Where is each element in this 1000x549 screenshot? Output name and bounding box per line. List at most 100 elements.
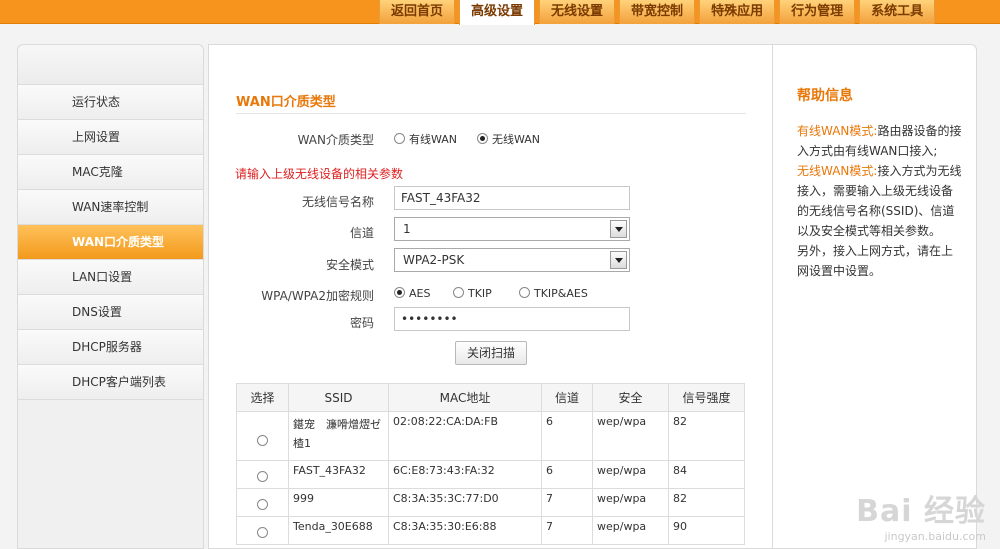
row-ssid: 999 <box>288 488 389 517</box>
tab-wireless-settings[interactable]: 无线设置 <box>539 0 616 24</box>
chevron-down-icon[interactable] <box>610 251 627 269</box>
col-signal: 信号强度 <box>668 383 745 412</box>
media-type-wired-option[interactable]: 有线WAN <box>394 131 457 147</box>
help-wireless-key: 无线WAN模式: <box>797 164 878 178</box>
sidebar-item-wan-rate[interactable]: WAN速率控制 <box>18 190 203 225</box>
row-security: wep/wpa <box>592 411 669 461</box>
row-select-cell[interactable] <box>236 460 289 489</box>
channel-select[interactable]: 1 <box>394 217 630 241</box>
media-type-label: WAN介质类型 <box>297 133 374 147</box>
row-security: wep/wpa <box>592 488 669 517</box>
watermark-url: jingyan.baidu.com <box>884 530 986 543</box>
ssid-label: 无线信号名称 <box>301 195 374 209</box>
table-header-row: 选择 SSID MAC地址 信道 安全 信号强度 <box>236 383 745 412</box>
row-select-radio[interactable] <box>257 435 268 446</box>
tab-home[interactable]: 返回首页 <box>379 0 456 24</box>
row-ssid: Tenda_30E688 <box>288 516 389 545</box>
row-mac: 6C:E8:73:43:FA:32 <box>388 460 542 489</box>
row-channel: 7 <box>541 488 593 517</box>
encryption-tkip-label: TKIP <box>468 287 492 300</box>
sidebar-item-dhcp-clients[interactable]: DHCP客户端列表 <box>18 365 203 400</box>
main-panel: WAN口介质类型 WAN介质类型 有线WAN 无线WAN 请输入上级无线设备的相… <box>208 44 773 549</box>
row-signal: 90 <box>668 516 745 545</box>
title-divider <box>236 113 746 114</box>
col-channel: 信道 <box>541 383 593 412</box>
row-select-cell[interactable] <box>236 516 289 545</box>
watermark-logo: Bai 经验 <box>856 494 986 529</box>
encryption-aes-label: AES <box>409 287 431 300</box>
col-ssid: SSID <box>288 383 389 412</box>
encryption-label: WPA/WPA2加密规则 <box>261 289 374 303</box>
security-label: 安全模式 <box>325 258 374 272</box>
col-mac: MAC地址 <box>388 383 542 412</box>
sidebar-item-dhcp-server[interactable]: DHCP服务器 <box>18 330 203 365</box>
close-scan-button[interactable]: 关闭扫描 <box>455 341 527 365</box>
row-select-radio[interactable] <box>257 470 268 482</box>
sidebar-item-wan-media-type[interactable]: WAN口介质类型 <box>18 225 203 260</box>
channel-value: 1 <box>403 222 411 236</box>
page-title: WAN口介质类型 <box>236 95 336 110</box>
sidebar-item-internet-settings[interactable]: 上网设置 <box>18 120 203 155</box>
tab-system-tools[interactable]: 系统工具 <box>859 0 936 24</box>
encryption-tkip-radio[interactable] <box>453 287 464 298</box>
table-row[interactable]: 鍖宠 濂嗗熷熤ゼ楂1 02:08:22:CA:DA:FB 6 wep/wpa 8… <box>236 411 745 461</box>
row-channel: 7 <box>541 516 593 545</box>
table-row[interactable]: 999 C8:3A:35:3C:77:D0 7 wep/wpa 82 <box>236 488 745 517</box>
help-body: 有线WAN模式:路由器设备的接入方式由有线WAN口接入; 无线WAN模式:接入方… <box>797 121 963 281</box>
encryption-tkip-aes-label: TKIP&AES <box>534 287 588 300</box>
sidebar-item-dns[interactable]: DNS设置 <box>18 295 203 330</box>
sidebar-item-lan-settings[interactable]: LAN口设置 <box>18 260 203 295</box>
row-channel: 6 <box>541 411 593 461</box>
watermark: Bai 经验 jingyan.baidu.com <box>856 486 986 543</box>
sidebar-item-mac-clone[interactable]: MAC克隆 <box>18 155 203 190</box>
encryption-tkip-aes-option[interactable]: TKIP&AES <box>519 287 588 300</box>
row-security: wep/wpa <box>592 516 669 545</box>
main-nav: 返回首页 高级设置 无线设置 带宽控制 特殊应用 行为管理 系统工具 <box>379 0 939 25</box>
channel-label: 信道 <box>349 226 374 240</box>
row-select-radio[interactable] <box>257 526 268 538</box>
media-type-wireless-option[interactable]: 无线WAN <box>477 131 540 147</box>
media-type-wired-radio[interactable] <box>394 133 405 144</box>
password-label: 密码 <box>349 316 374 330</box>
params-hint: 请输入上级无线设备的相关参数 <box>235 167 404 181</box>
row-channel: 6 <box>541 460 593 489</box>
media-type-wired-label: 有线WAN <box>409 133 458 146</box>
tab-special-apps[interactable]: 特殊应用 <box>699 0 776 24</box>
sidebar: 运行状态 上网设置 MAC克隆 WAN速率控制 WAN口介质类型 LAN口设置 … <box>17 44 204 549</box>
help-note-text: 另外，接入上网方式，请在上网设置中设置。 <box>797 244 954 278</box>
encryption-aes-radio[interactable] <box>394 287 405 298</box>
sidebar-item-status[interactable]: 运行状态 <box>18 85 203 120</box>
scan-results-table: 选择 SSID MAC地址 信道 安全 信号强度 鍖宠 濂嗗熷熤ゼ楂1 02:0… <box>236 383 745 545</box>
chevron-down-icon[interactable] <box>610 220 627 238</box>
table-row[interactable]: FAST_43FA32 6C:E8:73:43:FA:32 6 wep/wpa … <box>236 460 745 489</box>
row-select-cell[interactable] <box>236 488 289 517</box>
media-type-wireless-radio[interactable] <box>477 133 488 144</box>
tab-bandwidth-control[interactable]: 带宽控制 <box>619 0 696 24</box>
security-value: WPA2-PSK <box>403 253 465 267</box>
row-signal: 82 <box>668 411 745 461</box>
row-security: wep/wpa <box>592 460 669 489</box>
row-select-radio[interactable] <box>257 498 268 510</box>
security-select[interactable]: WPA2-PSK <box>394 248 630 272</box>
help-panel: 帮助信息 有线WAN模式:路由器设备的接入方式由有线WAN口接入; 无线WAN模… <box>772 44 977 549</box>
row-ssid: 鍖宠 濂嗗熷熤ゼ楂1 <box>288 411 389 461</box>
row-mac: 02:08:22:CA:DA:FB <box>388 411 542 461</box>
row-mac: C8:3A:35:30:E6:88 <box>388 516 542 545</box>
help-title: 帮助信息 <box>797 88 853 104</box>
help-wired-key: 有线WAN模式: <box>797 124 878 138</box>
encryption-tkip-aes-radio[interactable] <box>519 287 530 298</box>
password-input[interactable]: •••••••• <box>394 307 630 331</box>
row-signal: 82 <box>668 488 745 517</box>
tab-advanced-settings[interactable]: 高级设置 <box>459 0 536 25</box>
encryption-aes-option[interactable]: AES <box>394 287 430 300</box>
row-signal: 84 <box>668 460 745 489</box>
table-row[interactable]: Tenda_30E688 C8:3A:35:30:E6:88 7 wep/wpa… <box>236 516 745 545</box>
col-security: 安全 <box>592 383 669 412</box>
row-ssid: FAST_43FA32 <box>288 460 389 489</box>
ssid-input[interactable]: FAST_43FA32 <box>394 186 630 210</box>
col-select: 选择 <box>236 383 289 412</box>
tab-behavior-management[interactable]: 行为管理 <box>779 0 856 24</box>
encryption-tkip-option[interactable]: TKIP <box>453 287 492 300</box>
sidebar-header <box>18 45 203 85</box>
row-select-cell[interactable] <box>236 411 289 461</box>
